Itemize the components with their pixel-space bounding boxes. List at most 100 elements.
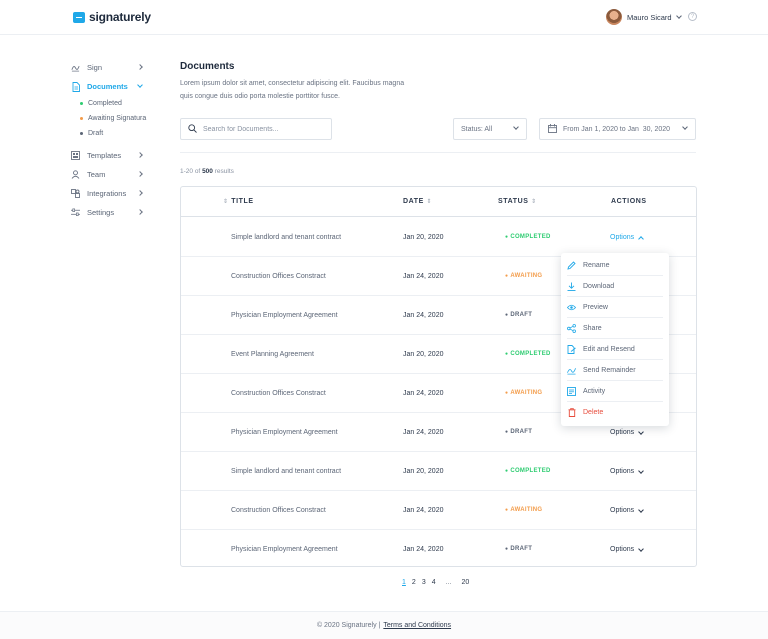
options-button[interactable]: Options — [610, 545, 644, 553]
settings-icon — [71, 208, 80, 217]
status-badge: DRAFT — [505, 546, 532, 552]
document-title[interactable]: Construction Offices Constract — [231, 507, 326, 514]
menu-item-label: Download — [583, 282, 615, 290]
sidebar-item-sign[interactable]: Sign — [71, 58, 161, 77]
status-filter-select[interactable]: Status: All — [453, 118, 527, 140]
templates-icon — [71, 151, 80, 160]
results-count: 1-20 of 500 results — [180, 168, 234, 175]
page-link[interactable]: 2 — [412, 579, 416, 586]
options-button[interactable]: Options — [610, 428, 644, 436]
search-input[interactable] — [203, 125, 323, 133]
sidebar-item-settings[interactable]: Settings — [71, 203, 161, 222]
chevron-right-icon — [137, 152, 143, 158]
pencil-icon — [567, 260, 576, 270]
page-link-last[interactable]: 20 — [461, 579, 469, 586]
column-date-header[interactable]: DATE ⇕ — [403, 198, 432, 205]
menu-item-edit-resend[interactable]: Edit and Resend — [567, 339, 663, 360]
table-row[interactable]: Simple landlord and tenant contract Jan 2… — [181, 218, 696, 257]
sidebar-item-documents[interactable]: Documents — [71, 77, 161, 96]
chevron-right-icon — [137, 171, 143, 177]
menu-item-label: Edit and Resend — [583, 345, 635, 353]
options-label: Options — [610, 507, 635, 514]
sidebar-subitem-completed[interactable]: Completed — [71, 96, 161, 111]
column-date-label: DATE — [403, 198, 424, 205]
document-title[interactable]: Physician Employment Agreement — [231, 546, 338, 553]
search-box[interactable] — [180, 118, 332, 140]
sort-icon: ⇕ — [223, 199, 229, 205]
download-icon — [567, 282, 576, 291]
options-button[interactable]: Options — [610, 467, 644, 475]
pagination-ellipsis: ... — [445, 579, 452, 586]
options-label: Options — [610, 234, 635, 241]
document-title[interactable]: Physician Employment Agreement — [231, 312, 338, 319]
sidebar-item-team[interactable]: Team — [71, 165, 161, 184]
page-link[interactable]: 4 — [432, 579, 436, 586]
column-status-header[interactable]: STATUS ⇕ — [498, 198, 537, 205]
document-title[interactable]: Simple landlord and tenant contract — [231, 468, 341, 475]
sign-icon — [71, 63, 80, 72]
menu-item-download[interactable]: Download — [567, 276, 663, 297]
status-badge: AWAITING — [505, 273, 542, 279]
menu-item-activity[interactable]: Activity — [567, 381, 663, 402]
sidebar-subitem-draft[interactable]: Draft — [71, 126, 161, 141]
table-row[interactable]: Simple landlord and tenant contract Jan 2… — [181, 452, 696, 491]
chevron-down-icon — [682, 124, 688, 130]
sidebar-item-label: Team — [87, 170, 106, 179]
sidebar-item-integrations[interactable]: Integrations — [71, 184, 161, 203]
copyright-text: © 2020 Signaturely | — [316, 622, 381, 629]
avatar — [606, 9, 622, 25]
brand-logo[interactable]: signaturely — [73, 10, 151, 24]
sidebar-item-label: Sign — [87, 63, 103, 72]
document-icon — [71, 81, 80, 92]
chevron-down-icon — [638, 428, 644, 435]
trash-icon — [567, 408, 576, 417]
sort-icon: ⇕ — [426, 199, 433, 205]
document-title[interactable]: Simple landlord and tenant contract — [231, 234, 341, 241]
document-title[interactable]: Construction Offices Constract — [231, 273, 326, 280]
table-row[interactable]: Construction Offices Constract Jan 24, 20… — [181, 491, 696, 530]
page-link[interactable]: 1 — [402, 579, 406, 586]
chevron-right-icon — [137, 209, 143, 215]
menu-item-label: Delete — [583, 409, 604, 416]
status-dot-icon — [80, 117, 83, 120]
sidebar-item-templates[interactable]: Templates — [71, 146, 161, 165]
share-icon — [567, 323, 576, 333]
help-icon[interactable]: ? — [688, 12, 697, 21]
menu-item-label: Preview — [583, 303, 608, 311]
column-title-header[interactable]: ⇕ TITLE — [223, 198, 254, 205]
document-title[interactable]: Event Planning Agreement — [231, 351, 314, 358]
document-date: Jan 24, 2020 — [403, 429, 444, 436]
chevron-right-icon — [137, 64, 143, 70]
user-menu[interactable]: Mauro Sicard — [606, 9, 682, 25]
menu-item-share[interactable]: Share — [567, 318, 663, 339]
page-description: Lorem ipsum dolor sit amet, consectetur … — [180, 80, 405, 100]
menu-item-delete[interactable]: Delete — [567, 402, 663, 423]
options-label: Options — [610, 546, 635, 553]
menu-item-preview[interactable]: Preview — [567, 297, 663, 318]
menu-item-send-reminder[interactable]: Send Remainder — [567, 360, 663, 381]
date-range-select[interactable]: From Jan 1, 2020 to Jan 30, 2020 — [539, 118, 696, 140]
options-button[interactable]: Options — [610, 234, 644, 242]
status-badge: AWAITING — [505, 507, 542, 513]
status-badge: COMPLETED — [505, 468, 551, 474]
chevron-up-icon — [638, 235, 644, 242]
chevron-down-icon — [638, 467, 644, 474]
calendar-icon — [548, 123, 557, 135]
menu-item-rename[interactable]: Rename — [567, 255, 663, 276]
menu-item-label: Share — [583, 324, 602, 332]
send-reminder-icon — [567, 366, 576, 375]
document-title[interactable]: Construction Offices Constract — [231, 390, 326, 397]
team-icon — [71, 170, 80, 179]
status-filter-value: Status: All — [461, 125, 493, 133]
document-title[interactable]: Physician Employment Agreement — [231, 429, 338, 436]
date-range-value: From Jan 1, 2020 to Jan 30, 2020 — [563, 125, 671, 133]
table-row[interactable]: Physician Employment Agreement Jan 24, 20… — [181, 530, 696, 569]
sidebar-subitem-awaiting[interactable]: Awaiting Signatura — [71, 111, 161, 126]
options-button[interactable]: Options — [610, 506, 644, 514]
page-link[interactable]: 3 — [422, 579, 426, 586]
document-date: Jan 24, 2020 — [403, 546, 444, 553]
status-badge: COMPLETED — [505, 234, 551, 240]
chevron-down-icon — [137, 82, 143, 88]
terms-link[interactable]: Terms and Conditions — [383, 622, 451, 629]
results-prefix: 1-20 of — [180, 168, 201, 175]
